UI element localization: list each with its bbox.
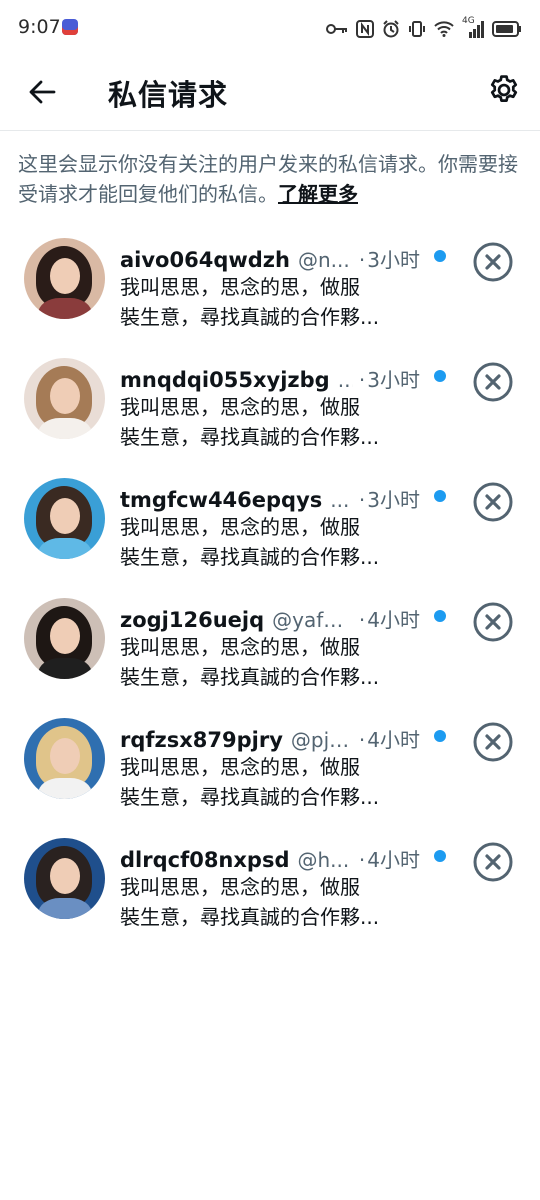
signal-icon (469, 21, 484, 38)
separator: · (358, 608, 366, 632)
close-circle-icon[interactable] (472, 361, 514, 403)
avatar[interactable] (24, 358, 105, 439)
message-request-item[interactable]: tmgfcw446epqys ... · 3小时 我叫思思，思念的思，做服 裝生… (0, 468, 540, 588)
vibrate-icon (409, 21, 425, 37)
user-handle: @yaf9... (272, 608, 353, 632)
message-preview-line: 我叫思思，思念的思，做服 (120, 275, 360, 299)
request-header: mnqdqi055xyjzbg ... · 3小时 (120, 364, 420, 392)
timestamp: 3小时 (367, 248, 420, 272)
learn-more-link[interactable]: 了解更多 (278, 182, 358, 206)
display-name: tmgfcw446epqys (120, 488, 323, 512)
message-preview: 我叫思思，思念的思，做服 裝生意，尋找真誠的合作夥... (120, 632, 420, 692)
display-name: mnqdqi055xyjzbg (120, 368, 330, 392)
separator: · (358, 488, 366, 512)
separator: · (358, 848, 366, 872)
key-icon (326, 24, 347, 34)
unread-indicator (434, 610, 446, 622)
message-request-item[interactable]: mnqdqi055xyjzbg ... · 3小时 我叫思思，思念的思，做服 裝… (0, 348, 540, 468)
message-preview-line: 裝生意，尋找真誠的合作夥... (120, 905, 380, 929)
unread-indicator (434, 490, 446, 502)
unread-indicator (434, 370, 446, 382)
separator: · (358, 728, 366, 752)
avatar[interactable] (24, 838, 105, 919)
page-title: 私信请求 (108, 78, 229, 112)
gear-icon (490, 75, 518, 102)
close-circle-icon[interactable] (472, 721, 514, 763)
message-request-list: aivo064qwdzh @n... · 3小时 我叫思思，思念的思，做服 裝生… (0, 228, 540, 948)
message-preview-line: 我叫思思，思念的思，做服 (120, 515, 360, 539)
avatar[interactable] (24, 718, 105, 799)
back-button[interactable] (22, 72, 62, 112)
request-header: aivo064qwdzh @n... · 3小时 (120, 244, 420, 272)
network-type: 4G (462, 16, 484, 38)
timestamp: 3小时 (367, 368, 420, 392)
message-preview-line: 裝生意，尋找真誠的合作夥... (120, 425, 380, 449)
request-header: dlrqcf08nxpsd @h... · 4小时 (120, 844, 420, 872)
message-preview-line: 裝生意，尋找真誠的合作夥... (120, 665, 380, 689)
arrow-left-icon (29, 80, 56, 104)
top-app-bar: 私信请求 (0, 58, 540, 131)
message-preview-line: 我叫思思，思念的思，做服 (120, 395, 360, 419)
timestamp: 3小时 (367, 488, 420, 512)
settings-button[interactable] (484, 70, 524, 110)
message-request-item[interactable]: rqfzsx879pjry @pjl... · 4小时 我叫思思，思念的思，做服… (0, 708, 540, 828)
message-preview: 我叫思思，思念的思，做服 裝生意，尋找真誠的合作夥... (120, 272, 420, 332)
user-handle: ... (337, 368, 353, 392)
unread-indicator (434, 250, 446, 262)
separator: · (358, 368, 366, 392)
message-preview-line: 我叫思思，思念的思，做服 (120, 755, 360, 779)
user-handle: @h... (297, 848, 350, 872)
display-name: dlrqcf08nxpsd (120, 848, 290, 872)
close-circle-icon[interactable] (472, 841, 514, 883)
message-request-item[interactable]: dlrqcf08nxpsd @h... · 4小时 我叫思思，思念的思，做服 裝… (0, 828, 540, 948)
message-preview-line: 裝生意，尋找真誠的合作夥... (120, 545, 380, 569)
status-icons: 4G (326, 16, 522, 40)
request-header: rqfzsx879pjry @pjl... · 4小时 (120, 724, 420, 752)
app-notification-icon (62, 19, 78, 35)
message-request-item[interactable]: aivo064qwdzh @n... · 3小时 我叫思思，思念的思，做服 裝生… (0, 228, 540, 348)
message-preview: 我叫思思，思念的思，做服 裝生意，尋找真誠的合作夥... (120, 752, 420, 812)
user-handle: @n... (297, 248, 350, 272)
close-circle-icon[interactable] (472, 241, 514, 283)
wifi-icon (434, 21, 454, 37)
avatar[interactable] (24, 478, 105, 559)
info-text: 这里会显示你没有关注的用户发来的私信请求。你需要接受请求才能回复他们的私信。了解… (18, 149, 528, 209)
display-name: rqfzsx879pjry (120, 728, 283, 752)
message-preview-line: 裝生意，尋找真誠的合作夥... (120, 305, 380, 329)
message-request-item[interactable]: zogj126uejq @yaf9... · 4小时 我叫思思，思念的思，做服 … (0, 588, 540, 708)
timestamp: 4小时 (367, 728, 420, 752)
close-circle-icon[interactable] (472, 601, 514, 643)
status-time: 9:07 (18, 16, 61, 38)
message-preview-line: 我叫思思，思念的思，做服 (120, 875, 360, 899)
message-preview: 我叫思思，思念的思，做服 裝生意，尋找真誠的合作夥... (120, 512, 420, 572)
unread-indicator (434, 730, 446, 742)
message-preview: 我叫思思，思念的思，做服 裝生意，尋找真誠的合作夥... (120, 872, 420, 932)
user-handle: ... (330, 488, 350, 512)
request-header: zogj126uejq @yaf9... · 4小时 (120, 604, 420, 632)
separator: · (358, 248, 366, 272)
timestamp: 4小时 (367, 608, 420, 632)
battery-icon (492, 21, 521, 37)
unread-indicator (434, 850, 446, 862)
message-preview-line: 裝生意，尋找真誠的合作夥... (120, 785, 380, 809)
info-description: 这里会显示你没有关注的用户发来的私信请求。你需要接受请求才能回复他们的私信。 (18, 152, 518, 206)
avatar[interactable] (24, 598, 105, 679)
nfc-icon (356, 20, 374, 38)
timestamp: 4小时 (367, 848, 420, 872)
message-preview: 我叫思思，思念的思，做服 裝生意，尋找真誠的合作夥... (120, 392, 420, 452)
user-handle: @pjl... (290, 728, 353, 752)
display-name: aivo064qwdzh (120, 248, 290, 272)
alarm-icon (383, 20, 399, 38)
message-preview-line: 我叫思思，思念的思，做服 (120, 635, 360, 659)
avatar[interactable] (24, 238, 105, 319)
display-name: zogj126uejq (120, 608, 265, 632)
request-header: tmgfcw446epqys ... · 3小时 (120, 484, 420, 512)
status-bar: 9:07 4G (0, 0, 540, 58)
close-circle-icon[interactable] (472, 481, 514, 523)
